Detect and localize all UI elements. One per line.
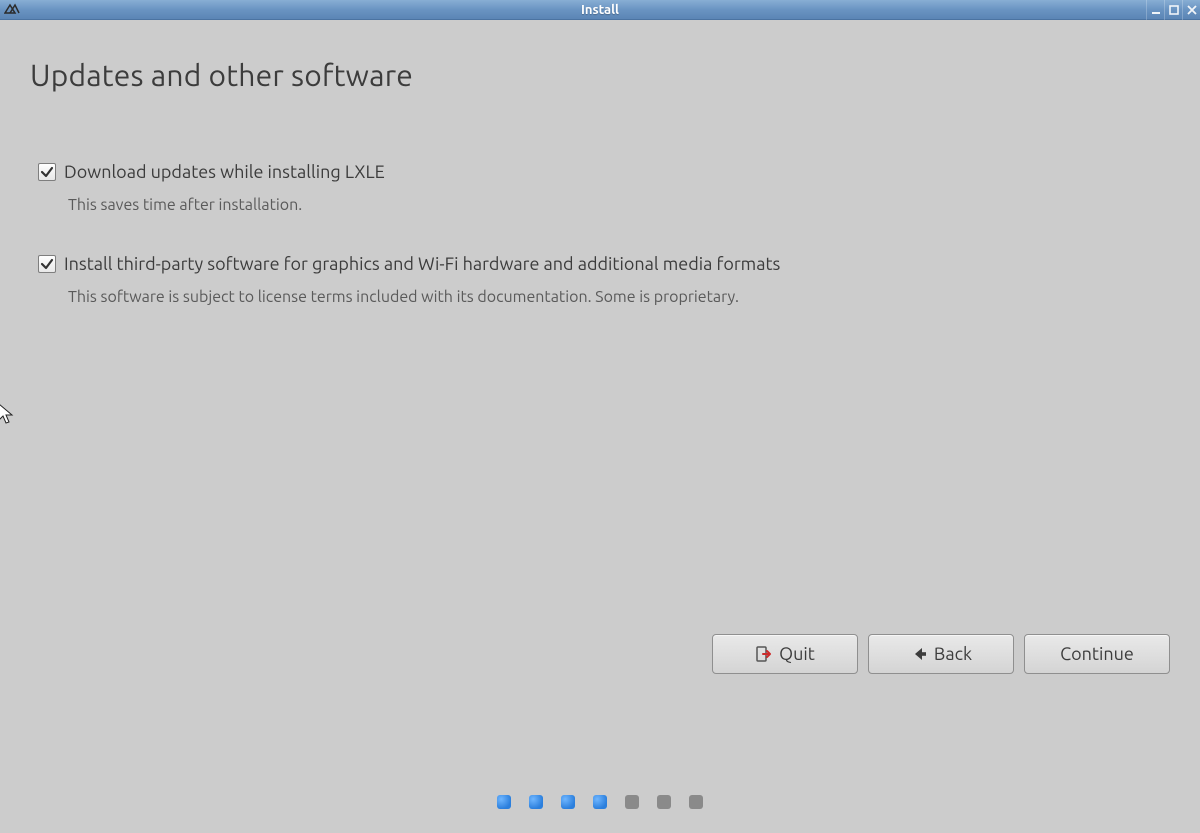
progress-dot [625,795,639,809]
window-title: Install [581,3,619,17]
progress-dot [497,795,511,809]
app-menu-icon[interactable] [2,0,22,20]
progress-indicator [497,795,703,809]
progress-dot [689,795,703,809]
option-label[interactable]: Install third-party software for graphic… [64,254,780,274]
quit-icon [755,645,773,663]
progress-dot [657,795,671,809]
mouse-cursor-icon [0,403,16,431]
minimize-button[interactable] [1146,0,1164,20]
titlebar: Install [0,0,1200,20]
maximize-button[interactable] [1164,0,1182,20]
quit-button-label: Quit [779,644,815,664]
page-title: Updates and other software [30,58,1170,92]
installer-page: Updates and other software Download upda… [0,20,1200,833]
checkbox-download-updates[interactable] [38,163,56,181]
button-row: Quit Back Continue [712,634,1170,674]
option-third-party: Install third-party software for graphic… [38,254,1170,306]
back-button[interactable]: Back [868,634,1014,674]
progress-dot [529,795,543,809]
progress-dot [561,795,575,809]
checkbox-third-party[interactable] [38,255,56,273]
back-arrow-icon [910,645,928,663]
close-button[interactable] [1182,0,1200,20]
continue-button-label: Continue [1060,644,1134,664]
quit-button[interactable]: Quit [712,634,858,674]
option-description: This software is subject to license term… [68,288,1170,306]
option-label[interactable]: Download updates while installing LXLE [64,162,385,182]
option-download-updates: Download updates while installing LXLE T… [38,162,1170,214]
continue-button[interactable]: Continue [1024,634,1170,674]
back-button-label: Back [934,644,972,664]
progress-dot [593,795,607,809]
option-description: This saves time after installation. [68,196,1170,214]
